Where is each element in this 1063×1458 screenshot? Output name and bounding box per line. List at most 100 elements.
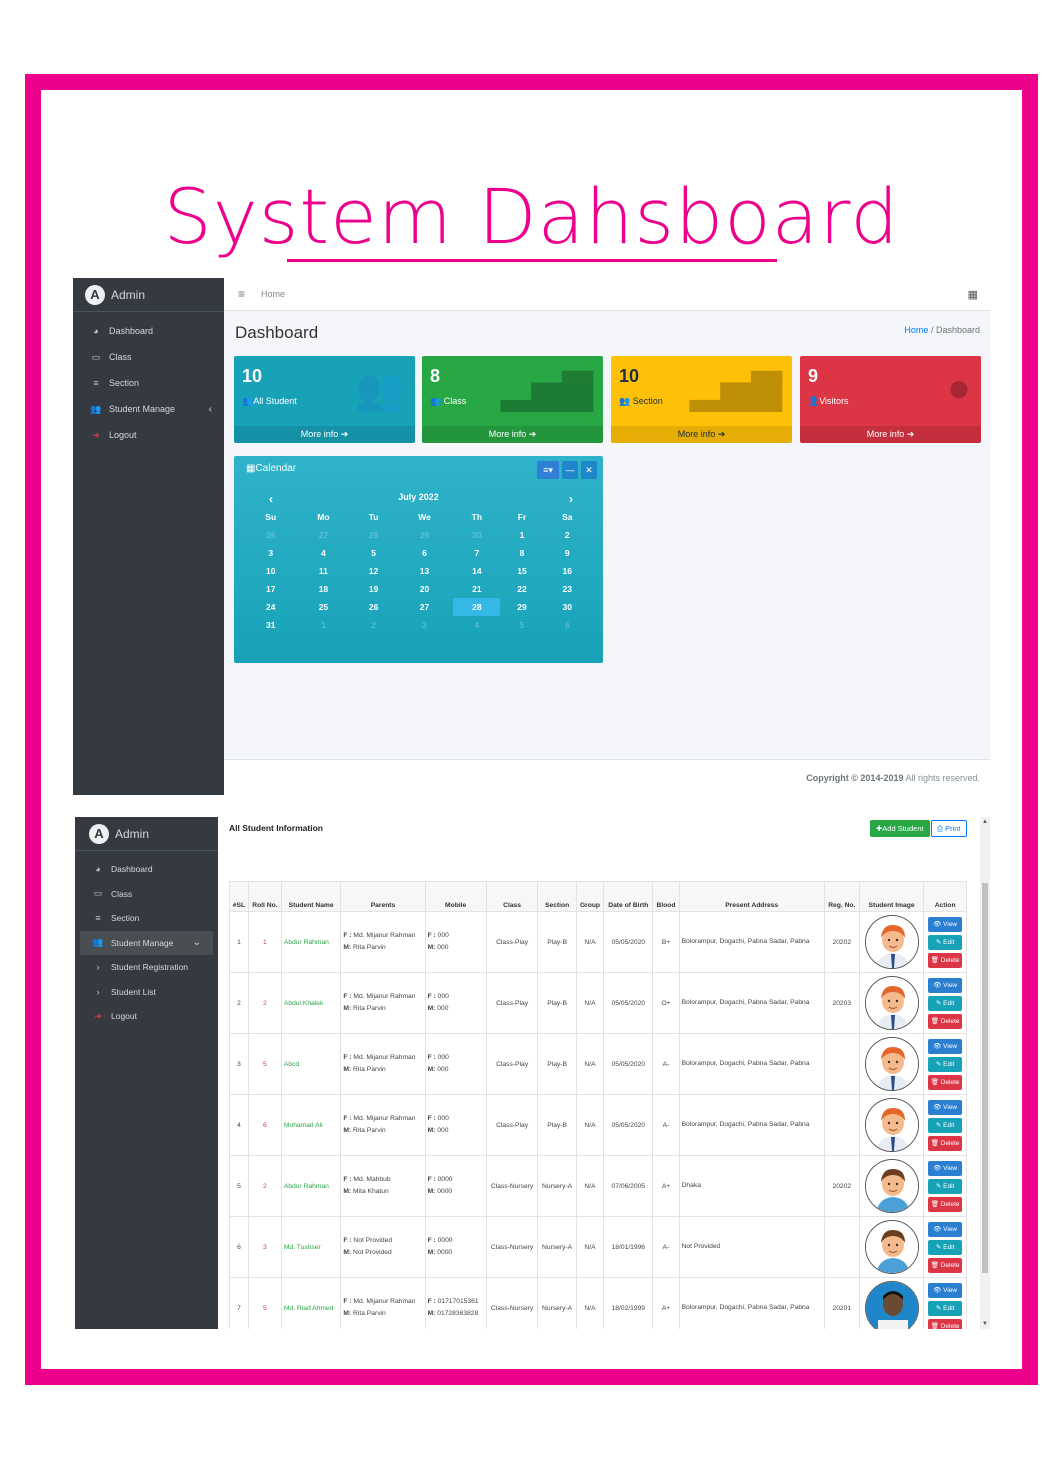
calendar-day[interactable]: 11 <box>295 562 351 580</box>
calendar-day[interactable]: 27 <box>295 526 351 544</box>
sidebar-item-dashboard[interactable]: ◕ Dashboard <box>73 318 224 344</box>
view-button[interactable]: 👁 View <box>928 977 963 993</box>
sidebar-item-student-manage[interactable]: 👥 Student Manage ‹ <box>73 396 224 422</box>
scrollbar-thumb[interactable] <box>982 883 988 1273</box>
calendar-day[interactable]: 6 <box>396 544 453 562</box>
calendar-day[interactable]: 21 <box>453 580 500 598</box>
hamburger-menu-icon[interactable]: ≡ <box>238 287 245 301</box>
cell-roll: 6 <box>247 1094 282 1156</box>
student-avatar <box>864 976 919 1030</box>
delete-button[interactable]: 🗑 Delete <box>928 1074 963 1090</box>
calendar-day[interactable]: 7 <box>453 544 500 562</box>
calendar-day[interactable]: 24 <box>246 598 295 616</box>
add-student-button[interactable]: ✚Add Student <box>870 820 930 837</box>
scroll-down-icon[interactable]: ▼ <box>980 1321 990 1327</box>
calendar-day[interactable]: 4 <box>295 544 351 562</box>
calendar-day[interactable]: 23 <box>544 580 591 598</box>
weekday-label: We <box>418 512 431 522</box>
edit-button[interactable]: ✎ Edit <box>928 1239 963 1255</box>
sidebar-item-section[interactable]: ≡ Section <box>73 370 224 396</box>
delete-button[interactable]: 🗑 Delete <box>928 1257 963 1273</box>
view-button[interactable]: 👁 View <box>928 1282 963 1298</box>
edit-button[interactable]: ✎ Edit <box>928 1178 963 1194</box>
calendar-day[interactable]: 19 <box>351 580 395 598</box>
calendar-day[interactable]: 3 <box>246 544 295 562</box>
calendar-day[interactable]: 5 <box>500 616 543 634</box>
calendar-day[interactable]: 28 <box>453 598 501 616</box>
delete-button[interactable]: 🗑 Delete <box>928 1135 963 1151</box>
delete-button[interactable]: 🗑 Delete <box>928 1013 963 1029</box>
calendar-day[interactable]: 27 <box>396 598 453 616</box>
topbar-home-link[interactable]: Home <box>261 289 285 299</box>
more-info-link[interactable]: More info ➔ <box>611 426 792 443</box>
calendar-day[interactable]: 26 <box>246 526 295 544</box>
delete-button[interactable]: 🗑 Delete <box>928 1318 963 1329</box>
calendar-day[interactable]: 2 <box>544 526 591 544</box>
calendar-day[interactable]: 25 <box>295 598 351 616</box>
edit-button[interactable]: ✎ Edit <box>928 1056 963 1072</box>
calendar-day[interactable]: 8 <box>500 544 543 562</box>
calendar-day[interactable]: 15 <box>500 562 543 580</box>
calendar-day[interactable]: 30 <box>453 526 500 544</box>
edit-button[interactable]: ✎ Edit <box>928 1300 963 1316</box>
calendar-day[interactable]: 13 <box>396 562 453 580</box>
calendar-day[interactable]: 28 <box>351 526 395 544</box>
view-button[interactable]: 👁 View <box>928 1160 963 1176</box>
calendar-day[interactable]: 29 <box>500 598 543 616</box>
sidebar-item-class[interactable]: ▭ Class <box>75 882 218 907</box>
delete-button[interactable]: 🗑 Delete <box>928 1196 963 1212</box>
view-button[interactable]: 👁 View <box>928 1099 963 1115</box>
calendar-day[interactable]: 10 <box>246 562 295 580</box>
collapse-button[interactable]: — <box>562 461 578 479</box>
calendar-day[interactable]: 26 <box>351 598 395 616</box>
print-button[interactable]: ⎙ Print <box>931 820 967 837</box>
calendar-day[interactable]: 20 <box>396 580 453 598</box>
calendar-menu-button[interactable]: ≡▾ <box>537 461 559 479</box>
sidebar-item-class[interactable]: ▭ Class <box>73 344 224 370</box>
more-info-link[interactable]: More info ➔ <box>422 426 603 443</box>
calendar-day[interactable]: 9 <box>544 544 591 562</box>
calendar-day[interactable]: 1 <box>500 526 543 544</box>
breadcrumb-home-link[interactable]: Home <box>904 325 928 335</box>
edit-button[interactable]: ✎ Edit <box>928 995 963 1011</box>
view-button[interactable]: 👁 View <box>928 1038 963 1054</box>
chevron-right-icon[interactable]: › <box>569 492 573 506</box>
more-info-link[interactable]: More info ➔ <box>800 426 981 443</box>
calendar-day[interactable]: 1 <box>295 616 351 634</box>
calendar-day[interactable]: 14 <box>453 562 500 580</box>
sidebar-item-student-manage[interactable]: 👥 Student Manage ⌄ <box>80 930 213 955</box>
calendar-day[interactable]: 30 <box>544 598 591 616</box>
scrollbar[interactable]: ▲ ▼ <box>980 817 990 1329</box>
close-button[interactable]: ✕ <box>581 461 597 479</box>
calendar-day[interactable]: 17 <box>246 580 295 598</box>
view-button[interactable]: 👁 View <box>928 916 963 932</box>
sidebar-item-logout[interactable]: ➜ Logout <box>75 1004 218 1029</box>
grid-icon[interactable]: ▦ <box>968 288 978 301</box>
calendar-day[interactable]: 16 <box>544 562 591 580</box>
calendar-day[interactable]: 3 <box>396 616 453 634</box>
calendar-day[interactable]: 22 <box>500 580 543 598</box>
view-button[interactable]: 👁 View <box>928 1221 963 1237</box>
sidebar-item-logout[interactable]: ➜ Logout <box>73 422 224 448</box>
calendar-day[interactable]: 6 <box>544 616 591 634</box>
edit-button[interactable]: ✎ Edit <box>928 1117 963 1133</box>
more-info-link[interactable]: More info ➔ <box>234 426 415 443</box>
calendar-day[interactable]: 4 <box>453 616 500 634</box>
brand[interactable]: A Admin <box>75 817 218 851</box>
scroll-up-icon[interactable]: ▲ <box>980 819 990 825</box>
sidebar-item-section[interactable]: ≡ Section <box>75 906 218 931</box>
column-header: Reg. No. <box>823 881 860 912</box>
delete-button[interactable]: 🗑 Delete <box>928 952 963 968</box>
sidebar-item-student-list[interactable]: › Student List <box>75 980 218 1005</box>
edit-button[interactable]: ✎ Edit <box>928 934 963 950</box>
calendar-day[interactable]: 2 <box>351 616 395 634</box>
sidebar-item-dashboard[interactable]: ◕ Dashboard <box>75 857 218 882</box>
brand[interactable]: A Admin <box>73 278 224 312</box>
chevron-right-icon: › <box>96 962 100 973</box>
calendar-day[interactable]: 18 <box>295 580 351 598</box>
calendar-day[interactable]: 31 <box>246 616 295 634</box>
calendar-day[interactable]: 12 <box>351 562 395 580</box>
calendar-day[interactable]: 29 <box>396 526 453 544</box>
calendar-day[interactable]: 5 <box>351 544 395 562</box>
sidebar-item-student-registration[interactable]: › Student Registration <box>75 955 218 980</box>
